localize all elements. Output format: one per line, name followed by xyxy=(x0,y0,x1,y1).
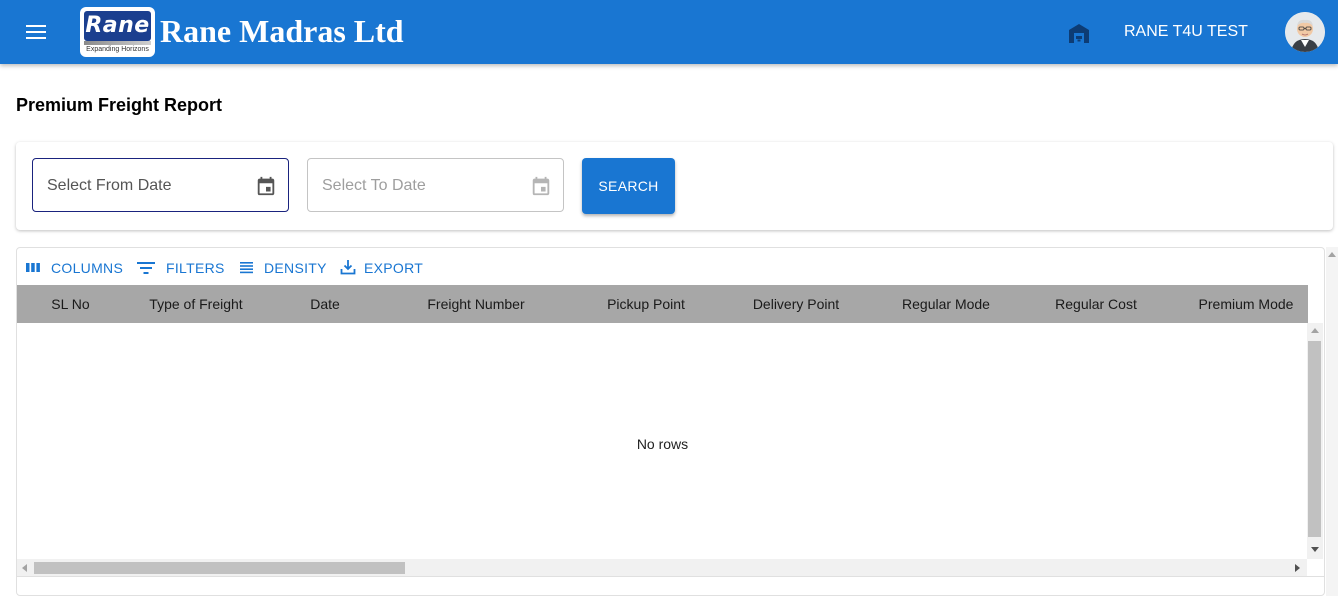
warehouse-icon[interactable] xyxy=(1067,22,1091,44)
filter-icon xyxy=(137,262,155,274)
export-label: EXPORT xyxy=(364,260,424,276)
company-logo: Rane Expanding Horizons xyxy=(80,7,155,57)
logo-tagline: Expanding Horizons xyxy=(86,46,149,53)
vertical-scrollbar[interactable] xyxy=(1307,323,1323,559)
columns-icon xyxy=(26,263,40,272)
vertical-scroll-thumb[interactable] xyxy=(1308,341,1321,537)
user-name[interactable]: RANE T4U TEST xyxy=(1124,22,1248,42)
logo-word: Rane xyxy=(84,11,151,41)
column-header-date[interactable]: Date xyxy=(275,285,375,323)
download-icon xyxy=(340,260,356,275)
column-header-premium-mode[interactable]: Premium Mode xyxy=(1171,285,1321,323)
column-header-delivery-point[interactable]: Delivery Point xyxy=(721,285,871,323)
from-date-field[interactable]: Select From Date xyxy=(32,158,289,212)
filter-card: Select From Date Select To Date SEARCH xyxy=(16,142,1333,230)
export-button[interactable]: EXPORT xyxy=(340,258,425,278)
to-date-field[interactable]: Select To Date xyxy=(307,158,564,212)
app-bar: Rane Expanding Horizons Rane Madras Ltd … xyxy=(0,0,1338,64)
horizontal-scroll-thumb[interactable] xyxy=(34,562,405,574)
calendar-icon[interactable] xyxy=(255,175,277,197)
menu-icon[interactable] xyxy=(24,20,48,44)
column-header-regular-cost[interactable]: Regular Cost xyxy=(1021,285,1171,323)
company-name: Rane Madras Ltd xyxy=(160,13,404,49)
scroll-up-arrow-icon[interactable] xyxy=(1311,328,1319,333)
filters-label: FILTERS xyxy=(166,260,225,276)
grid-footer-divider xyxy=(17,576,1324,577)
grid-header: SL No Type of Freight Date Freight Numbe… xyxy=(17,285,1308,323)
density-button[interactable]: DENSITY xyxy=(239,258,329,278)
page-scrollbar[interactable] xyxy=(1326,247,1338,596)
avatar[interactable] xyxy=(1285,12,1325,52)
columns-label: COLUMNS xyxy=(51,260,124,276)
scroll-left-arrow-icon[interactable] xyxy=(22,564,27,572)
empty-state-text: No rows xyxy=(636,436,689,452)
calendar-icon[interactable] xyxy=(530,175,552,197)
search-button[interactable]: SEARCH xyxy=(582,158,675,214)
page-title: Premium Freight Report xyxy=(16,95,223,115)
density-icon xyxy=(240,262,253,274)
horizontal-scrollbar[interactable] xyxy=(17,559,1307,576)
scroll-right-arrow-icon[interactable] xyxy=(1295,564,1300,572)
avatar-icon xyxy=(1285,12,1325,52)
column-header-pickup-point[interactable]: Pickup Point xyxy=(571,285,721,323)
column-header-type-of-freight[interactable]: Type of Freight xyxy=(121,285,271,323)
column-header-sl-no[interactable]: SL No xyxy=(25,285,116,323)
filters-button[interactable]: FILTERS xyxy=(136,258,225,278)
column-header-freight-number[interactable]: Freight Number xyxy=(401,285,551,323)
column-header-regular-mode[interactable]: Regular Mode xyxy=(871,285,1021,323)
density-label: DENSITY xyxy=(264,260,327,276)
scroll-down-arrow-icon[interactable] xyxy=(1311,547,1319,552)
page-scroll-up-arrow-icon[interactable] xyxy=(1328,252,1336,257)
from-date-placeholder: Select From Date xyxy=(47,177,172,194)
columns-button[interactable]: COLUMNS xyxy=(25,258,124,278)
data-grid: COLUMNS FILTERS DENSITY EXPORT SL No Typ… xyxy=(16,247,1325,596)
to-date-placeholder: Select To Date xyxy=(322,177,426,194)
